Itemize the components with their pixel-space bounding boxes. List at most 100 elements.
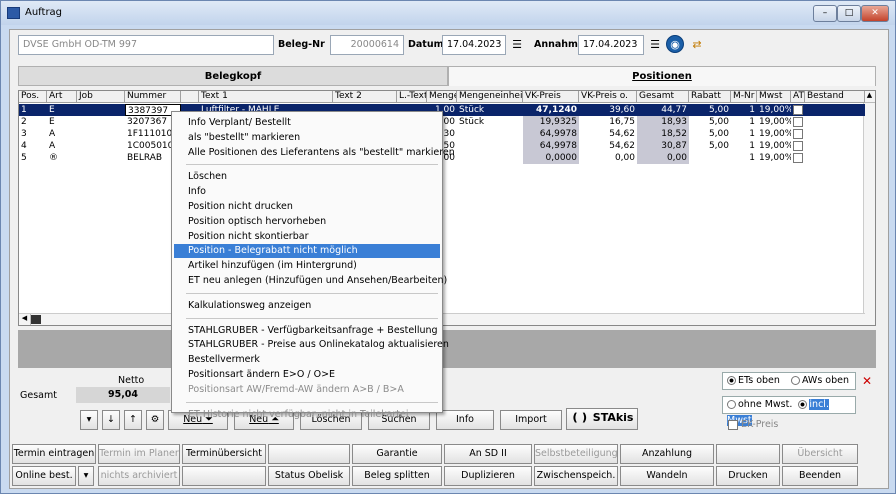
tab-belegkopf[interactable]: Belegkopf — [18, 66, 448, 86]
refresh-icon[interactable]: ⇄ — [688, 36, 706, 54]
menu-item[interactable]: ET neu anlegen (Hinzufügen und Ansehen/B… — [174, 274, 447, 288]
column-header[interactable]: Text 2 — [333, 91, 397, 103]
bottom-button[interactable]: Beenden — [782, 466, 858, 486]
menu-item[interactable]: STAHLGRUBER - Verfügbarkeitsanfrage + Be… — [174, 324, 440, 338]
ek-preis-checkbox[interactable] — [728, 419, 738, 430]
column-header[interactable]: Gesamt — [637, 91, 689, 103]
bottom-button[interactable]: Übersicht — [782, 444, 858, 464]
cell-vk: 64,9978 — [523, 140, 579, 152]
menu-item[interactable]: als "bestellt" markieren — [174, 131, 440, 145]
ets-oben-radio[interactable] — [727, 376, 736, 385]
cell-mnr: 1 — [749, 105, 755, 115]
column-header[interactable]: Mengeneinheit — [457, 91, 523, 103]
column-header[interactable]: Mwst — [757, 91, 791, 103]
info-button[interactable]: Info — [436, 410, 494, 430]
close-window-button[interactable]: ✕ — [861, 5, 889, 22]
bottom-button[interactable]: Beleg splitten — [352, 466, 442, 486]
column-header[interactable]: VK-Preis o. — [579, 91, 637, 103]
menu-item[interactable]: Artikel hinzufügen (im Hintergrund) — [174, 259, 440, 273]
column-header[interactable]: Pos. — [19, 91, 47, 103]
column-header[interactable]: Nummer — [125, 91, 181, 103]
customer-field[interactable]: DVSE GmbH OD-TM 997 — [18, 35, 274, 55]
bottom-button[interactable]: Garantie — [352, 444, 442, 464]
column-header[interactable]: Text 1 — [199, 91, 333, 103]
at-checkbox[interactable] — [793, 129, 803, 139]
list-icon[interactable]: ☰ — [508, 36, 526, 54]
cell-job — [77, 116, 125, 128]
column-header[interactable]: M-Nr — [731, 91, 757, 103]
aws-oben-label: AWs oben — [801, 375, 850, 386]
at-checkbox[interactable] — [793, 105, 803, 115]
column-header[interactable] — [181, 91, 199, 103]
status-icon[interactable]: ◉ — [666, 35, 684, 53]
column-header[interactable]: Menge — [427, 91, 457, 103]
stakis-button[interactable]: ❪❫ STAkis — [566, 408, 638, 430]
menu-item[interactable]: Position nicht skontierbar — [174, 230, 440, 244]
move-up-button[interactable]: ↑ — [124, 410, 142, 430]
aws-oben-radio[interactable] — [790, 376, 800, 385]
at-checkbox[interactable] — [793, 141, 803, 151]
menu-item[interactable]: Löschen — [174, 170, 440, 184]
menu-item[interactable]: Position - Belegrabatt nicht möglich — [174, 244, 440, 259]
bottom-button[interactable]: An SD II — [444, 444, 532, 464]
bottom-button[interactable]: Status Obelisk — [268, 466, 350, 486]
menu-item[interactable]: Info — [174, 185, 440, 199]
datum-field[interactable]: 17.04.2023 — [442, 35, 506, 55]
import-button[interactable]: Import — [500, 410, 562, 430]
bottom-button[interactable]: nichts archiviert — [98, 466, 180, 486]
cell-mnr: 1 — [749, 141, 755, 151]
dropdown-button[interactable]: ▾ — [80, 410, 98, 430]
bottom-button[interactable]: Online best. — [12, 466, 76, 486]
minimize-button[interactable]: – — [813, 5, 837, 22]
cell-gesamt: 30,87 — [637, 140, 689, 152]
bottom-button[interactable]: Zwischenspeich. — [534, 466, 618, 486]
column-header[interactable]: Rabatt — [689, 91, 731, 103]
cell-vk: 47,1240 — [536, 105, 577, 115]
online-dropdown-icon[interactable]: ▾ — [78, 466, 94, 486]
bottom-button[interactable]: Anzahlung — [620, 444, 714, 464]
incl-mwst-radio[interactable] — [798, 400, 808, 409]
column-header[interactable]: Art — [47, 91, 77, 103]
menu-item[interactable]: Bestellvermerk — [174, 353, 440, 367]
column-header[interactable]: AT — [791, 91, 805, 103]
bottom-button[interactable] — [268, 444, 350, 464]
bottom-button[interactable]: Duplizieren — [444, 466, 532, 486]
menu-item[interactable]: Info Verplant/ Bestellt — [174, 116, 440, 130]
move-down-button[interactable]: ↓ — [102, 410, 120, 430]
bottom-button[interactable]: Selbstbeteiligung — [534, 444, 618, 464]
menu-item[interactable]: Position nicht drucken — [174, 200, 440, 214]
menu-item[interactable]: Alle Positionen des Lieferantens als "be… — [174, 146, 455, 160]
bottom-button[interactable]: Terminübersicht — [182, 444, 266, 464]
cell-vk: 19,9325 — [523, 116, 579, 128]
bottom-button[interactable]: Drucken — [716, 466, 780, 486]
menu-item[interactable]: Position optisch hervorheben — [174, 215, 440, 229]
bottom-button[interactable] — [716, 444, 780, 464]
tab-positionen[interactable]: Positionen — [448, 66, 876, 86]
positions-table[interactable]: ▲ ◀ Pos. Art Job Nummer Text 1 Text 2 L.-Text M… — [18, 90, 876, 326]
beleg-nr-field[interactable]: 20000614 — [330, 35, 404, 55]
cell-gesamt: 44,77 — [661, 105, 687, 115]
column-header[interactable]: VK-Preis — [523, 91, 579, 103]
annahme-field[interactable]: 17.04.2023 — [578, 35, 644, 55]
menu-item[interactable]: STAHLGRUBER - Preise aus Onlinekatalog a… — [174, 338, 449, 352]
at-checkbox[interactable] — [793, 153, 803, 163]
bottom-button[interactable]: Wandeln — [620, 466, 714, 486]
settings-gear-icon[interactable]: ⚙ — [146, 410, 164, 430]
ek-preis-option[interactable]: EK-Preis — [728, 419, 778, 430]
menu-item[interactable]: Kalkulationsweg anzeigen — [174, 299, 440, 313]
close-icon[interactable]: ✕ — [862, 374, 872, 388]
bottom-button[interactable] — [182, 466, 266, 486]
menu-item[interactable]: Positionsart ändern E>O / O>E — [174, 368, 440, 382]
list-icon-2[interactable]: ☰ — [646, 36, 664, 54]
bottom-button[interactable]: Termin im Planer — [98, 444, 180, 464]
bottom-button[interactable]: Termin eintragen — [12, 444, 96, 464]
column-header[interactable]: L.-Text — [397, 91, 427, 103]
cell-rabatt: 5,00 — [708, 117, 729, 127]
cell-rabatt: 5,00 — [708, 141, 729, 151]
ohne-mwst-radio[interactable] — [727, 400, 736, 409]
column-header[interactable]: Bestand — [805, 91, 865, 103]
cell-vk: 64,9978 — [523, 128, 579, 140]
at-checkbox[interactable] — [793, 117, 803, 127]
maximize-button[interactable]: □ — [837, 5, 861, 22]
column-header[interactable]: Job — [77, 91, 125, 103]
